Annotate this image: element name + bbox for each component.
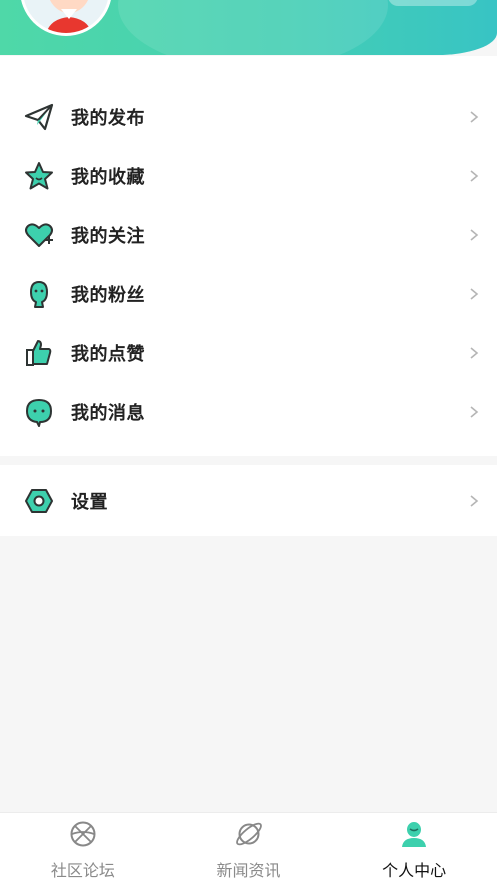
gear-icon [23, 485, 55, 517]
thumbs-up-icon [23, 337, 55, 369]
menu-item-label: 我的发布 [71, 107, 145, 129]
menu-item-label: 我的点赞 [71, 343, 145, 365]
menu-item-label: 我的消息 [71, 402, 145, 424]
person-icon [23, 278, 55, 310]
tab-community-forum[interactable]: 社区论坛 [0, 813, 166, 883]
ball-icon [70, 821, 96, 847]
menu-item-label: 我的收藏 [71, 166, 145, 188]
settings-label: 设置 [71, 491, 108, 513]
chevron-right-icon [470, 494, 479, 507]
tab-label: 个人中心 [382, 861, 447, 880]
chevron-right-icon [470, 228, 479, 241]
user-icon [402, 822, 427, 847]
menu-item-label: 我的粉丝 [71, 284, 145, 306]
menu-item-my-fans[interactable]: 我的粉丝 [0, 264, 497, 323]
tab-news[interactable]: 新闻资讯 [166, 813, 332, 883]
paper-plane-icon [23, 101, 55, 133]
chevron-right-icon [470, 287, 479, 300]
tab-label: 社区论坛 [50, 861, 115, 880]
heart-plus-icon [23, 219, 55, 251]
chevron-right-icon [470, 169, 479, 182]
menu-item-label: 我的关注 [71, 225, 145, 247]
menu-item-my-following[interactable]: 我的关注 [0, 205, 497, 264]
chevron-right-icon [470, 346, 479, 359]
bottom-tab-bar: 社区论坛 新闻资讯 个人中心 [0, 812, 497, 883]
menu-item-settings[interactable]: 设置 [0, 471, 497, 530]
header-button[interactable] [388, 0, 478, 6]
menu-item-my-favorites[interactable]: 我的收藏 [0, 146, 497, 205]
settings-card: 设置 [0, 465, 497, 536]
tab-profile[interactable]: 个人中心 [331, 813, 497, 883]
planet-icon [235, 822, 262, 846]
menu-card: 我的发布 我的收藏 我的关注 我的粉丝 我的点赞 我的消息 [0, 56, 497, 456]
header-decoration [118, 0, 388, 55]
menu-item-my-messages[interactable]: 我的消息 [0, 382, 497, 441]
star-icon [23, 160, 55, 192]
menu-item-my-likes[interactable]: 我的点赞 [0, 323, 497, 382]
chevron-right-icon [470, 405, 479, 418]
chevron-right-icon [470, 110, 479, 123]
tab-label: 新闻资讯 [216, 861, 281, 880]
chat-bubble-icon [23, 396, 55, 428]
menu-item-my-posts[interactable]: 我的发布 [0, 87, 497, 146]
